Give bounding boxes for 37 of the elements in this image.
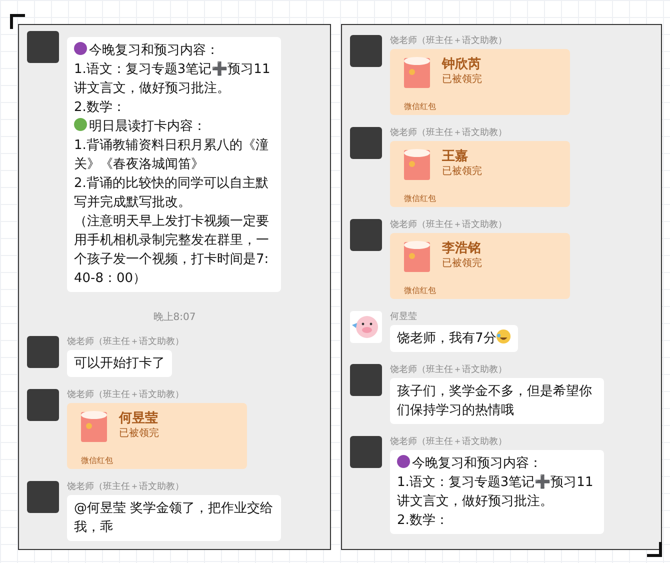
timestamp: 晚上8:07	[153, 310, 196, 324]
corner-mark	[647, 542, 662, 557]
message-bubble: 今晚复习和预习内容： 1.语文：复习专题3笔记➕预习11讲文言文，做好预习批注。 2.数学：	[390, 450, 604, 534]
packet-footer: 微信红包	[404, 193, 558, 204]
sender-name: 饶老师（班主任＋语文助教）	[390, 35, 508, 47]
packet-status: 已被领完	[442, 165, 482, 178]
message-bubble: 饶老师，我有7分	[390, 325, 518, 352]
sender-name: 饶老师（班主任＋语文助教）	[390, 364, 508, 376]
packet-recipient: 李浩铭	[442, 240, 482, 257]
packet-footer: 微信红包	[404, 101, 558, 112]
packet-footer: 微信红包	[404, 285, 558, 296]
packet-recipient: 王嘉	[442, 148, 469, 165]
envelope-icon	[81, 410, 107, 442]
message-bubble: 可以开始打卡了	[67, 350, 172, 377]
message-bubble: 孩子们，奖学金不多，但是希望你们保持学习的热情哦	[390, 378, 604, 424]
sender-name: 饶老师（班主任＋语文助教）	[67, 336, 184, 348]
message-bubble: @何昱莹 奖学金领了，把作业交给我，乖	[67, 495, 281, 541]
packet-footer: 微信红包	[81, 455, 235, 466]
sender-name: 饶老师（班主任＋语文助教）	[67, 481, 185, 493]
envelope-icon	[404, 240, 430, 272]
sender-name: 饶老师（班主任＋语文助教）	[390, 219, 508, 231]
envelope-icon	[404, 148, 430, 180]
envelope-icon	[404, 56, 430, 88]
packet-recipient: 何昱莹	[119, 410, 159, 427]
packet-status: 已被领完	[442, 257, 482, 270]
lucky-money-card[interactable]: 何昱莹 已被领完 微信红包	[67, 403, 247, 469]
sender-name: 饶老师（班主任＋语文助教）	[67, 389, 185, 401]
message-bubble: 今晚复习和预习内容： 1.语文：复习专题3笔记➕预习11讲文言文，做好预习批注。 2.数学： 明日晨读打卡内容： 1.背诵教辅资料日积月累八的《潼关》《春夜洛城闻笛》 2.背诵的比较快的同学可以自主默写并完成默写批改。 （注意明天早上发打卡视频一定要用手机相机录制完整发在群里，一个孩子发一个视频，打卡时间是7:40-8：00）	[67, 37, 281, 292]
packet-recipient: 钟欣芮	[442, 56, 482, 73]
sender-name: 何昱莹	[390, 311, 418, 323]
lucky-money-card[interactable]: 李浩铭 已被领完 微信红包	[390, 233, 570, 299]
packet-status: 已被领完	[442, 73, 482, 86]
lucky-money-card[interactable]: 王嘉 已被领完 微信红包	[390, 141, 570, 207]
lucky-money-card[interactable]: 钟欣芮 已被领完 微信红包	[390, 49, 570, 115]
packet-status: 已被领完	[119, 427, 159, 440]
sender-name: 饶老师（班主任＋语文助教）	[390, 436, 508, 448]
sender-name: 饶老师（班主任＋语文助教）	[390, 127, 508, 139]
